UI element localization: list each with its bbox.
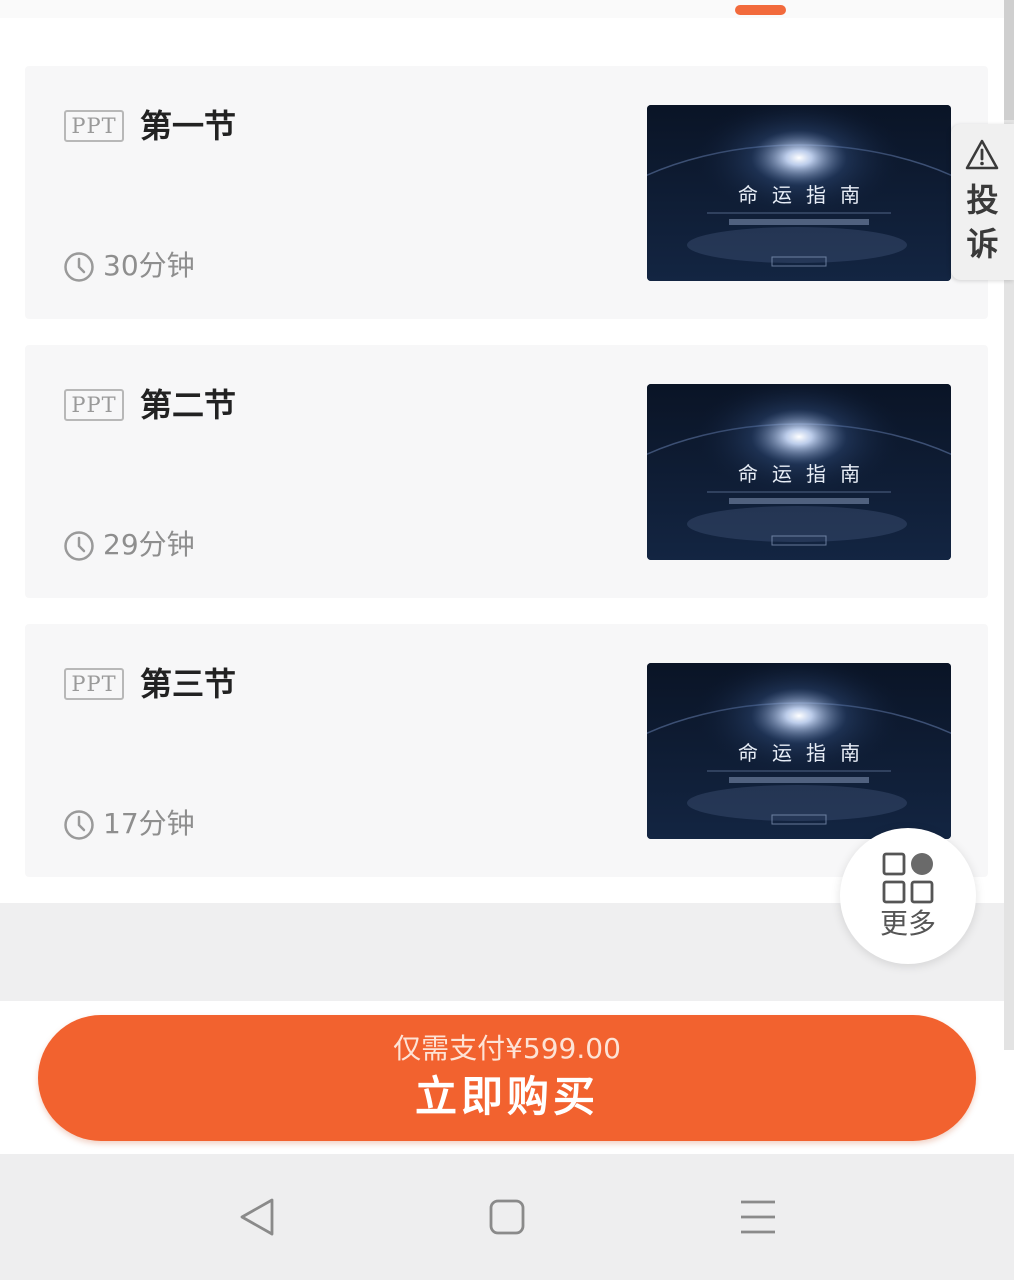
tab-strip (0, 0, 1004, 18)
thumbnail-title: 命运指南 (738, 183, 874, 207)
thumbnail-title: 命运指南 (738, 462, 874, 486)
lesson-thumbnail[interactable]: 命运指南 (647, 384, 951, 560)
course-lessons-page: PPT 第一节 30分钟 命运指南 PPT 第二节 29分钟 命运指南 PPT … (0, 0, 1014, 1280)
clock-icon (64, 531, 94, 561)
scrollbar-thumb[interactable] (1004, 0, 1014, 120)
lesson-card-1[interactable]: PPT 第一节 30分钟 命运指南 (25, 66, 988, 319)
more-label: 更多 (879, 907, 936, 940)
buy-now-label: 立即购买 (414, 1072, 599, 1121)
warning-icon (965, 139, 999, 170)
ppt-badge: PPT (64, 389, 124, 421)
lesson-duration: 17分钟 (103, 807, 195, 840)
system-nav-bar (0, 1154, 1014, 1280)
complaint-label-char-2: 诉 (966, 225, 999, 263)
thumbnail-title: 命运指南 (738, 741, 874, 765)
apps-grid-icon (882, 852, 934, 904)
complaint-button[interactable]: 投 诉 (951, 124, 1014, 280)
back-triangle-icon[interactable] (232, 1192, 282, 1242)
more-button[interactable]: 更多 (840, 828, 976, 964)
buy-now-button[interactable]: 仅需支付¥599.00 立即购买 (38, 1015, 976, 1141)
ppt-badge: PPT (64, 668, 124, 700)
lesson-title: 第一节 (140, 107, 237, 145)
lesson-title: 第二节 (140, 386, 237, 424)
lesson-card-3[interactable]: PPT 第三节 17分钟 命运指南 (25, 624, 988, 877)
lesson-card-2[interactable]: PPT 第二节 29分钟 命运指南 (25, 345, 988, 598)
active-tab-indicator (735, 5, 786, 15)
lesson-duration: 29分钟 (103, 528, 195, 561)
lesson-thumbnail[interactable]: 命运指南 (647, 105, 951, 281)
lesson-title: 第三节 (140, 665, 237, 703)
price-text: 仅需支付¥599.00 (393, 1032, 621, 1065)
lesson-duration: 30分钟 (103, 249, 195, 282)
clock-icon (64, 810, 94, 840)
lesson-thumbnail[interactable]: 命运指南 (647, 663, 951, 839)
complaint-label: 投 诉 (951, 178, 1014, 266)
clock-icon (64, 252, 94, 282)
complaint-label-char-1: 投 (966, 181, 999, 219)
home-square-icon[interactable] (482, 1192, 532, 1242)
ppt-badge: PPT (64, 110, 124, 142)
menu-lines-icon[interactable] (733, 1192, 783, 1242)
